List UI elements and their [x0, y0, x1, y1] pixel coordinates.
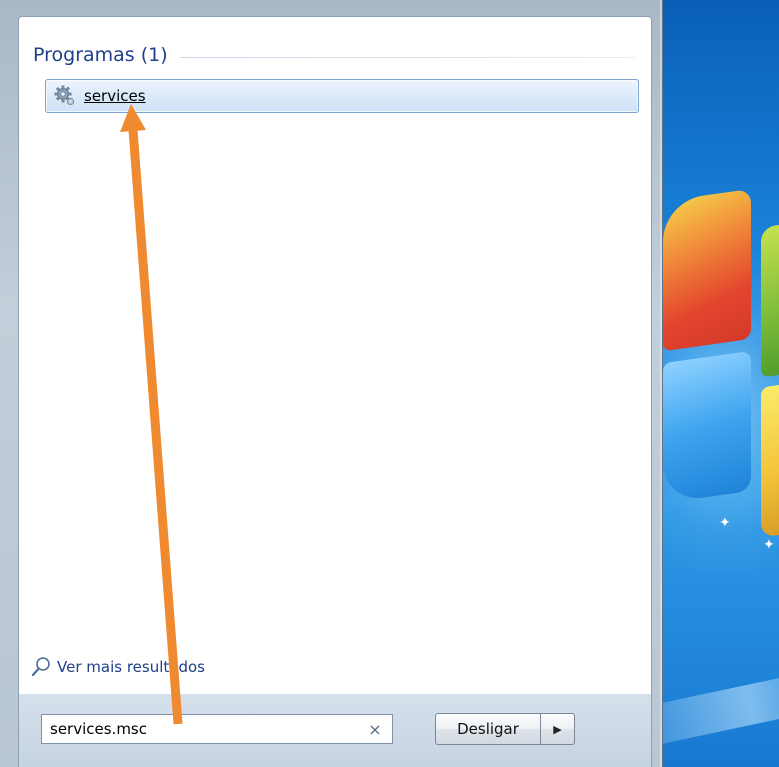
clear-search-icon[interactable]: × [364, 718, 386, 740]
shutdown-control: Desligar ▶ [435, 713, 575, 745]
shutdown-button[interactable]: Desligar [435, 713, 541, 745]
sparkle-icon: ✦ [719, 515, 731, 531]
shutdown-options-arrow-icon[interactable]: ▶ [541, 713, 575, 745]
sparkle-icon: ✦ [763, 537, 775, 553]
start-menu-bottom-bar: × Desligar ▶ [18, 694, 652, 767]
start-menu: Programas (1) services Ver mais resultad… [0, 0, 663, 767]
wallpaper-light-streak [655, 663, 779, 757]
see-more-results-link[interactable]: Ver mais resultados [31, 655, 205, 679]
result-item-services[interactable]: services [45, 79, 639, 113]
windows-logo-yellow-pane [761, 379, 779, 538]
results-group-header: Programas (1) [33, 41, 635, 69]
result-item-label: services [84, 87, 146, 105]
search-results-pane: Programas (1) services Ver mais resultad… [18, 16, 652, 696]
services-gear-icon [54, 85, 76, 107]
desktop-wallpaper: ✦ ✦ [655, 0, 779, 767]
windows-logo-red-pane [663, 188, 751, 352]
windows-logo-green-pane [761, 219, 779, 378]
search-input[interactable] [50, 717, 364, 741]
see-more-results-label: Ver mais resultados [57, 658, 205, 676]
windows-logo-blue-pane [663, 350, 751, 504]
windows-logo [663, 179, 779, 561]
results-group-title: Programas (1) [33, 44, 168, 66]
search-box[interactable]: × [41, 714, 393, 744]
magnifier-icon [31, 656, 51, 678]
group-divider [179, 56, 635, 58]
